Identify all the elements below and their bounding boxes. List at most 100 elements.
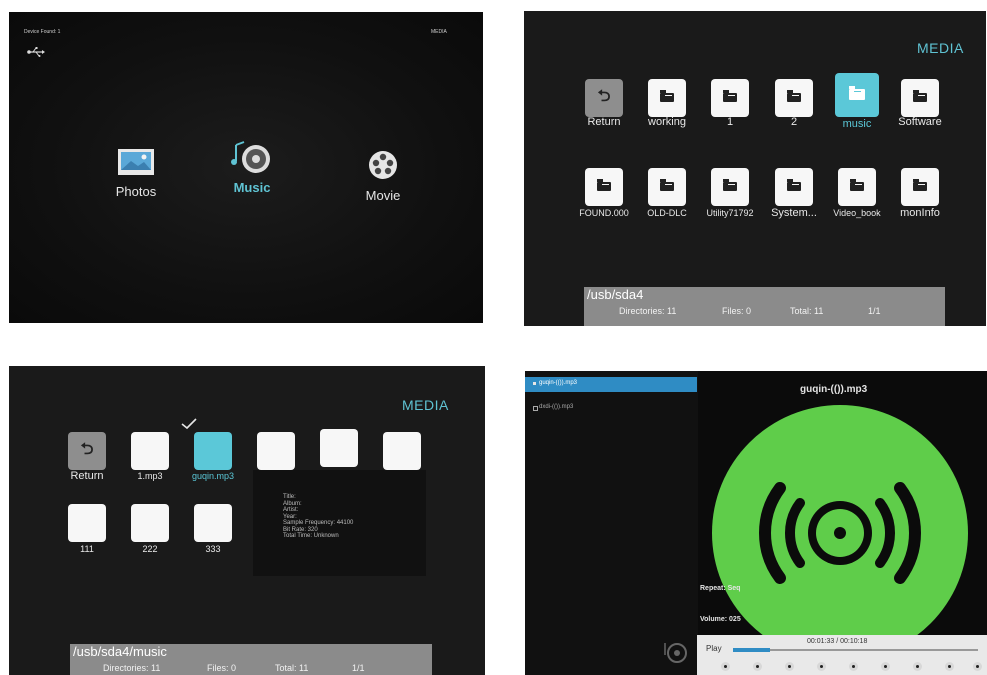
info-button[interactable]: [973, 662, 982, 671]
stop-button[interactable]: [817, 662, 826, 671]
tile-label: 2: [790, 116, 798, 128]
folder-icon: [597, 179, 611, 191]
music-file-browser-screen: MEDIA ⮌ Return 1.mp3 guqin.mp3 Title: Al…: [9, 366, 485, 675]
total-count: Total: 11: [275, 663, 309, 673]
player-control-bar: Play 00:01:33 / 00:10:18: [697, 635, 987, 675]
file-1mp3[interactable]: [131, 432, 169, 470]
now-playing-title: guqin-(()).mp3: [800, 384, 868, 395]
music-player-screen: guqin-(()).mp3 dxdi-(()).mp3 guqin-(()).…: [525, 371, 987, 675]
folder-video-book[interactable]: [838, 168, 876, 206]
folder-old-dlc[interactable]: [648, 168, 686, 206]
movie-icon: [369, 151, 397, 179]
file-333[interactable]: [194, 504, 232, 542]
page-indicator: 1/1: [352, 663, 365, 673]
play-status-label: Play: [706, 644, 722, 653]
category-photos[interactable]: Photos: [109, 147, 163, 199]
volume-button[interactable]: [945, 662, 954, 671]
playback-time: 00:01:33 / 00:10:18: [807, 638, 868, 645]
music-small-icon: [664, 643, 687, 663]
tile-label: 1.mp3: [137, 471, 163, 481]
tile-label: Software: [898, 116, 942, 128]
next-button[interactable]: [849, 662, 858, 671]
media-home-screen: Device Found: 1 MEDIA Photos Music Movie: [9, 12, 483, 323]
folder-2[interactable]: [775, 79, 813, 117]
return-icon: ⮌: [597, 87, 611, 105]
folder-moninfo[interactable]: [901, 168, 939, 206]
file-4[interactable]: [257, 432, 295, 470]
previous-button[interactable]: [753, 662, 762, 671]
current-path: /usb/sda4: [587, 287, 644, 302]
folder-found000[interactable]: [585, 168, 623, 206]
tile-label: Return: [70, 470, 104, 482]
folder-icon: [660, 90, 674, 102]
tile-label: Return: [587, 116, 621, 128]
playlist-panel: [525, 371, 698, 675]
play-pause-button[interactable]: [785, 662, 794, 671]
return-button[interactable]: ⮌: [68, 432, 106, 470]
fast-forward-button[interactable]: [881, 662, 890, 671]
folder-icon: [787, 179, 801, 191]
check-icon: [181, 418, 197, 430]
folder-icon: [723, 90, 737, 102]
category-label: Movie: [365, 188, 401, 203]
repeat-button[interactable]: [913, 662, 922, 671]
photos-icon: [118, 149, 154, 175]
tile-label: OLD-DLC: [647, 208, 687, 218]
files-count: Files: 0: [207, 663, 237, 673]
folder-1[interactable]: [711, 79, 749, 117]
return-button[interactable]: ⮌: [585, 79, 623, 117]
playlist-bullet-icon: [533, 406, 538, 411]
tile-label: monInfo: [900, 207, 940, 219]
files-count: Files: 0: [722, 306, 752, 316]
folder-music[interactable]: [835, 73, 879, 117]
media-label: MEDIA: [431, 29, 447, 35]
directories-count: Directories: 11: [619, 306, 677, 316]
rewind-button[interactable]: [721, 662, 730, 671]
tile-label: working: [648, 116, 686, 128]
file-5[interactable]: [320, 429, 358, 467]
media-title: MEDIA: [917, 40, 964, 56]
tile-label: Video_book: [833, 208, 881, 218]
device-found-count: 1: [57, 29, 61, 35]
tile-label: guqin.mp3: [191, 471, 235, 481]
folder-icon: [660, 179, 674, 191]
progress-fill: [733, 648, 770, 652]
path-status-bar: /usb/sda4/music Directories: 11 Files: 0…: [70, 644, 432, 675]
tile-label: FOUND.000: [579, 208, 629, 218]
usb-icon: [27, 47, 45, 57]
folder-working[interactable]: [648, 79, 686, 117]
category-movie[interactable]: Movie: [357, 149, 409, 203]
page-indicator: 1/1: [868, 306, 881, 316]
file-111[interactable]: [68, 504, 106, 542]
file-info-panel: Title: Album: Artist: Year: Sample Frequ…: [253, 470, 426, 576]
folder-icon: [723, 179, 737, 191]
device-found-label: Device Found:: [24, 29, 57, 35]
repeat-mode: Repeat: Seq: [700, 585, 741, 592]
folder-system[interactable]: [775, 168, 813, 206]
file-222[interactable]: [131, 504, 169, 542]
folder-icon: [913, 90, 927, 102]
tile-label: 333: [205, 544, 221, 554]
file-guqin[interactable]: [194, 432, 232, 470]
tile-label: System...: [771, 207, 817, 219]
category-label: Photos: [115, 184, 157, 199]
path-status-bar: /usb/sda4 Directories: 11 Files: 0 Total…: [584, 287, 945, 326]
progress-track[interactable]: [733, 648, 978, 652]
tile-label: 111: [80, 544, 94, 554]
folder-icon: [850, 179, 864, 191]
media-title: MEDIA: [402, 397, 449, 413]
folder-icon: [913, 179, 927, 191]
playlist-item-label[interactable]: dxdi-(()).mp3: [539, 404, 573, 410]
folder-software[interactable]: [901, 79, 939, 117]
info-total-time: Total Time: Unknown: [283, 533, 339, 539]
directories-count: Directories: 11: [103, 663, 161, 673]
playing-indicator-icon: [533, 382, 536, 385]
tile-label: 222: [142, 544, 158, 554]
folder-icon: [787, 90, 801, 102]
playlist-item-label: guqin-(()).mp3: [539, 380, 578, 386]
category-music[interactable]: Music: [224, 137, 280, 195]
current-path: /usb/sda4/music: [73, 644, 167, 659]
folder-utility[interactable]: [711, 168, 749, 206]
file-6[interactable]: [383, 432, 421, 470]
folder-icon: [849, 86, 865, 100]
